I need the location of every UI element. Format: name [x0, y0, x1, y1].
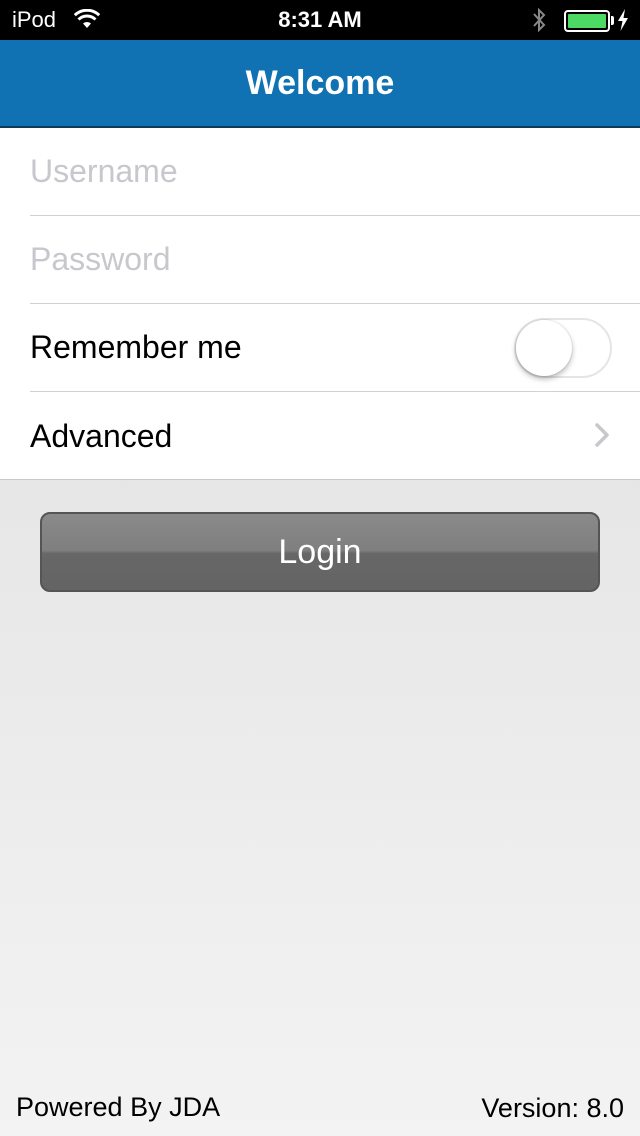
- login-form: Remember me Advanced: [0, 128, 640, 480]
- advanced-label: Advanced: [30, 417, 173, 454]
- advanced-row[interactable]: Advanced: [30, 392, 640, 480]
- login-button[interactable]: Login: [40, 512, 600, 592]
- password-row: [30, 216, 640, 304]
- battery-icon: [564, 10, 610, 32]
- toggle-knob: [516, 320, 572, 376]
- version-label: Version: 8.0: [481, 1093, 624, 1123]
- login-screen: iPod 8:31 AM Welcome Username Remember m…: [0, 0, 640, 1136]
- username-input[interactable]: [30, 153, 610, 190]
- remember-me-toggle[interactable]: [514, 318, 612, 378]
- password-input[interactable]: [30, 241, 610, 278]
- username-row: [30, 128, 640, 216]
- remember-me-label: Remember me: [30, 329, 242, 365]
- battery-tip: [611, 16, 614, 25]
- remember-me-row: Remember me: [30, 304, 640, 392]
- powered-by-label: Powered By JDA: [16, 1092, 221, 1122]
- page-title: Welcome: [245, 63, 395, 102]
- status-bar: iPod 8:31 AM: [0, 0, 640, 40]
- chevron-right-icon: [594, 422, 610, 453]
- nav-bar: Welcome: [0, 40, 640, 128]
- charging-icon: [617, 9, 629, 37]
- bluetooth-icon: [532, 7, 546, 39]
